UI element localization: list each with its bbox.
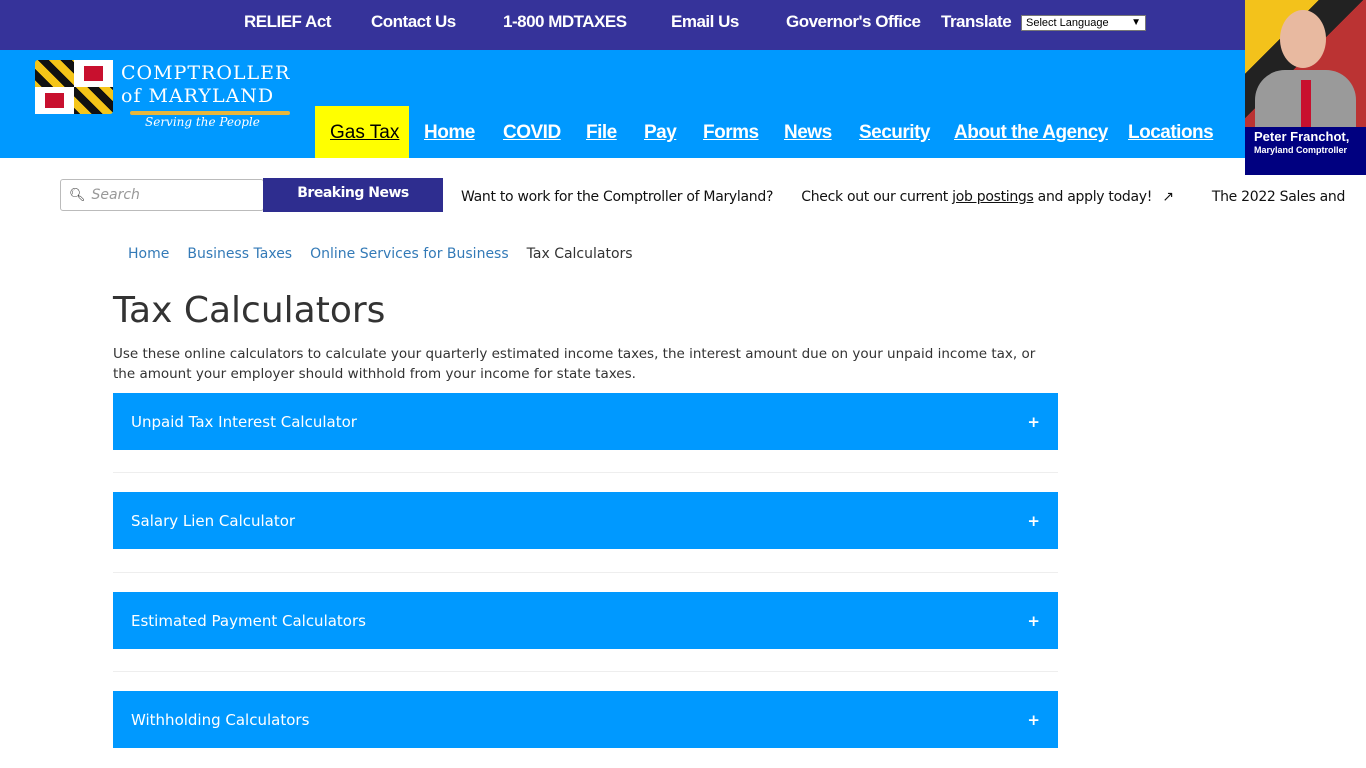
- chevron-down-icon: ▼: [1131, 17, 1141, 28]
- breadcrumb-home[interactable]: Home: [128, 246, 169, 262]
- portrait-photo: [1280, 10, 1326, 68]
- nav-covid[interactable]: COVID: [503, 122, 561, 144]
- ticker-item[interactable]: Want to work for the Comptroller of Mary…: [461, 189, 773, 205]
- ticker-text: and apply today!: [1033, 189, 1153, 205]
- logo-line2: of MARYLAND: [121, 85, 275, 107]
- search-input[interactable]: 🔍︎ Search: [60, 179, 264, 211]
- nav-home[interactable]: Home: [424, 122, 475, 144]
- divider: [113, 671, 1058, 672]
- breaking-news-label: Breaking News: [263, 178, 443, 212]
- portrait-name: Peter Franchot,: [1254, 129, 1350, 144]
- logo-line1: COMPTROLLER: [121, 62, 291, 84]
- gas-tax-highlight: Gas Tax: [315, 106, 409, 158]
- governors-office-link[interactable]: Governor's Office: [786, 12, 921, 32]
- nav-pay[interactable]: Pay: [644, 122, 677, 144]
- accordion-title: Withholding Calculators: [131, 710, 310, 729]
- portrait-role: Maryland Comptroller: [1254, 145, 1348, 155]
- job-postings-link[interactable]: job postings: [952, 189, 1034, 205]
- nav-news[interactable]: News: [784, 122, 832, 144]
- accordion-unpaid-tax-interest[interactable]: Unpaid Tax Interest Calculator +: [113, 393, 1058, 450]
- translate-label: Translate: [941, 12, 1012, 31]
- page-intro: Use these online calculators to calculat…: [113, 346, 1036, 382]
- nav-security[interactable]: Security: [859, 122, 930, 144]
- accordion-estimated-payment[interactable]: Estimated Payment Calculators +: [113, 592, 1058, 649]
- accordion-salary-lien[interactable]: Salary Lien Calculator +: [113, 492, 1058, 549]
- plus-icon: +: [1027, 611, 1040, 630]
- nav-forms[interactable]: Forms: [703, 122, 759, 144]
- contact-us-link[interactable]: Contact Us: [371, 12, 456, 32]
- relief-act-link[interactable]: RELIEF Act: [244, 12, 331, 32]
- divider: [113, 572, 1058, 573]
- portrait-caption: Peter Franchot, Maryland Comptroller: [1245, 127, 1366, 175]
- accordion-title: Estimated Payment Calculators: [131, 611, 366, 630]
- breadcrumb: Home Business Taxes Online Services for Bu…: [128, 246, 633, 262]
- nav-about[interactable]: About the Agency: [954, 122, 1108, 144]
- nav-gas-tax[interactable]: Gas Tax: [330, 122, 399, 144]
- nav-locations[interactable]: Locations: [1128, 122, 1214, 144]
- page-title: Tax Calculators: [113, 290, 386, 331]
- breadcrumb-business-taxes[interactable]: Business Taxes: [187, 246, 292, 262]
- news-ticker: Want to work for the Comptroller of Mary…: [461, 189, 1345, 205]
- ticker-item[interactable]: The 2022 Sales and: [1212, 189, 1346, 205]
- plus-icon: +: [1027, 412, 1040, 431]
- divider: [113, 472, 1058, 473]
- plus-icon: +: [1027, 710, 1040, 729]
- breadcrumb-online-services[interactable]: Online Services for Business: [310, 246, 509, 262]
- breadcrumb-current: Tax Calculators: [526, 246, 633, 262]
- utility-bar: RELIEF Act Contact Us 1-800 MDTAXES Emai…: [0, 0, 1245, 50]
- accordion-title: Unpaid Tax Interest Calculator: [131, 412, 357, 431]
- accordion-title: Salary Lien Calculator: [131, 511, 296, 530]
- nav-file[interactable]: File: [586, 122, 617, 144]
- maryland-flag-icon: [35, 60, 113, 114]
- comptroller-portrait[interactable]: Peter Franchot, Maryland Comptroller: [1245, 0, 1366, 175]
- ticker-text: Check out our current: [801, 189, 953, 205]
- language-select[interactable]: Select Language ▼: [1021, 15, 1146, 31]
- email-us-link[interactable]: Email Us: [671, 12, 739, 32]
- main-header: COMPTROLLER of MARYLAND Serving the Peop…: [0, 50, 1245, 158]
- search-icon: 🔍︎: [69, 187, 86, 203]
- accordion-withholding[interactable]: Withholding Calculators +: [113, 691, 1058, 748]
- phone-link[interactable]: 1-800 MDTAXES: [503, 12, 627, 32]
- search-placeholder: Search: [91, 187, 140, 203]
- external-link-icon: ↗: [1162, 189, 1174, 205]
- logo-tagline: Serving the People: [145, 115, 260, 129]
- language-select-value: Select Language: [1026, 17, 1109, 29]
- plus-icon: +: [1027, 511, 1040, 530]
